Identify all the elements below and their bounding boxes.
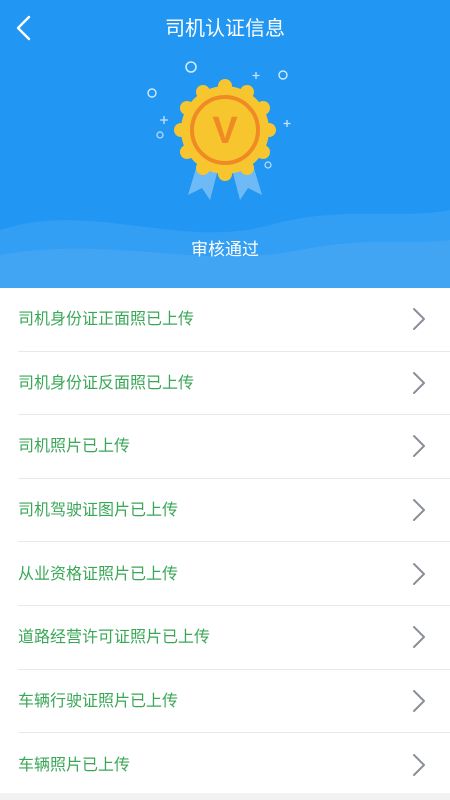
chevron-right-icon bbox=[404, 622, 434, 652]
list-item-label: 司机驾驶证图片已上传 bbox=[18, 500, 179, 520]
chevron-right-icon bbox=[404, 431, 434, 461]
list-item-label: 司机身份证正面照已上传 bbox=[18, 309, 195, 329]
verified-badge-icon: V bbox=[147, 61, 291, 200]
list-item-driving-license[interactable]: 司机驾驶证图片已上传 bbox=[18, 479, 450, 543]
status-text: 审核通过 bbox=[191, 240, 259, 260]
page-title: 司机认证信息 bbox=[165, 16, 285, 40]
list-item-label: 从业资格证照片已上传 bbox=[18, 563, 179, 583]
list-item-id-back[interactable]: 司机身份证反面照已上传 bbox=[18, 352, 450, 416]
list-item-id-front[interactable]: 司机身份证正面照已上传 bbox=[18, 288, 450, 352]
chevron-right-icon bbox=[404, 559, 434, 589]
chevron-right-icon bbox=[404, 686, 434, 716]
chevron-right-icon bbox=[404, 368, 434, 398]
list-item-label: 道路经营许可证照片已上传 bbox=[18, 627, 211, 647]
badge-letter: V bbox=[212, 110, 238, 152]
list-item-qualification-cert[interactable]: 从业资格证照片已上传 bbox=[18, 542, 450, 606]
list-item-vehicle-license[interactable]: 车辆行驶证照片已上传 bbox=[18, 670, 450, 734]
upload-status-list: 司机身份证正面照已上传 司机身份证反面照已上传 司机照片已上传 司机驾驶证图片已… bbox=[0, 288, 450, 793]
verified-badge: V bbox=[140, 60, 310, 210]
chevron-right-icon bbox=[404, 750, 434, 780]
list-item-label: 司机身份证反面照已上传 bbox=[18, 372, 195, 392]
chevron-right-icon bbox=[404, 495, 434, 525]
list-item-driver-photo[interactable]: 司机照片已上传 bbox=[18, 415, 450, 479]
list-item-label: 车辆行驶证照片已上传 bbox=[18, 690, 179, 710]
header: 司机认证信息 V 审核通过 bbox=[0, 0, 450, 288]
list-item-label: 司机照片已上传 bbox=[18, 436, 131, 456]
chevron-right-icon bbox=[404, 304, 434, 334]
list-item-operation-permit[interactable]: 道路经营许可证照片已上传 bbox=[18, 606, 450, 670]
list-item-label: 车辆照片已上传 bbox=[18, 754, 131, 774]
list-item-vehicle-photo[interactable]: 车辆照片已上传 bbox=[18, 733, 450, 797]
